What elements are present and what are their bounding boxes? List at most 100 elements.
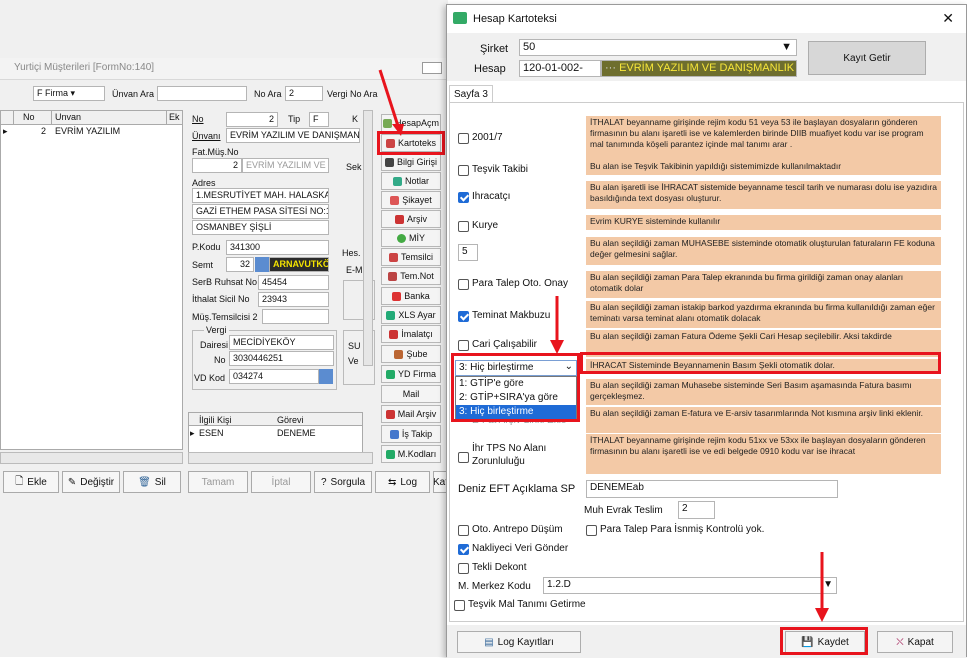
chk-ihr-tps[interactable] — [458, 452, 469, 463]
fatmus-name-input[interactable]: EVRİM YAZILIM VE D — [242, 158, 329, 173]
chk-tesvik-label: Teşvik Takibi — [472, 164, 528, 175]
contacts-header-gorevi: Görevi — [277, 415, 304, 425]
contacts-header-kisi: İlgili Kişi — [199, 415, 232, 425]
vno-input[interactable]: 3030446251 — [229, 351, 334, 366]
kayit-getir-button[interactable]: Kayıt Getir — [808, 41, 926, 75]
deniz-label: Deniz EFT Açıklama SP — [458, 483, 576, 495]
dropdown-highlight — [451, 353, 580, 422]
sirket-select[interactable]: 50 ▼ — [519, 39, 797, 56]
adres2-input[interactable]: GAZİ ETHEM PASA SİTESİ NO:1 — [192, 204, 329, 219]
chk-tesvik[interactable] — [458, 165, 469, 176]
bg-minimize-button[interactable] — [422, 62, 442, 74]
table-row[interactable]: ▸ 2 EVRİM YAZILIM — [1, 126, 182, 139]
chk-tekli-dekont[interactable] — [458, 563, 469, 574]
log-kayitlari-button[interactable]: ▤ Log Kayıtları — [457, 631, 581, 653]
customers-grid[interactable]: No Unvan Ek ▸ 2 EVRİM YAZILIM — [0, 110, 183, 450]
sube-button[interactable]: Şube — [381, 345, 441, 363]
temsilci-button[interactable]: Temsilci — [381, 248, 441, 266]
no-label: No — [192, 114, 204, 124]
pkodu-input[interactable]: 341300 — [226, 240, 329, 255]
unvan-ara-input[interactable] — [157, 86, 247, 101]
chk-teminat-label: Teminat Makbuzu — [472, 310, 551, 321]
ithalat-input[interactable]: 23943 — [258, 292, 329, 307]
kapat-button[interactable]: ⛌ Kapat — [877, 631, 953, 653]
chk-2001-7[interactable] — [458, 133, 469, 144]
hesap-code-input[interactable]: 120-01-002- — [519, 60, 601, 77]
chk-kurye-label: Kurye — [472, 220, 499, 231]
page-icon: 🗋 — [15, 475, 24, 487]
dairesi-input[interactable]: MECİDİYEKÖY — [229, 335, 334, 350]
chk-kurye[interactable] — [458, 221, 469, 232]
contacts-hscrollbar[interactable] — [188, 452, 373, 464]
ekle-button[interactable]: 🗋 Ekle — [3, 471, 59, 493]
no-input[interactable]: 2 — [226, 112, 278, 127]
semt-label: Semt — [192, 260, 214, 270]
muh-input[interactable]: 2 — [678, 501, 715, 519]
mail-button[interactable]: Mail — [381, 385, 441, 403]
hesap-name-input[interactable]: ··· EVRİM YAZILIM VE DANIŞMANLIK — [601, 60, 797, 77]
serb-input[interactable]: 45454 — [258, 275, 329, 290]
sil-button[interactable]: 🗑 Sil — [123, 471, 181, 493]
is-takip-button[interactable]: İş Takip — [381, 425, 441, 443]
tab-sayfa3[interactable]: Sayfa 3 — [449, 85, 493, 103]
arrow-to-dropdown-icon — [550, 296, 564, 354]
dialog-footer: ▤ Log Kayıtları 💾 Kaydet ⛌ Kapat — [447, 625, 966, 658]
adres1-input[interactable]: 1.MESRUTİYET MAH. HALASKA — [192, 188, 329, 203]
chk-teminat[interactable] — [458, 311, 469, 322]
table-row[interactable]: ▸ ESEN DENEME — [189, 428, 362, 441]
grid-header-no: No — [23, 112, 35, 122]
chk-cari-label: Cari Çalışabilir — [472, 339, 538, 350]
unvani-input[interactable]: EVRİM YAZILIM VE DANIŞMANL — [226, 128, 360, 143]
chk-cari[interactable] — [458, 340, 469, 351]
chk-para-talep-isim-label: Para Talep Para İsnmiş Kontrolü yok. — [600, 524, 765, 535]
fatmus-num-input[interactable]: 2 — [192, 158, 242, 173]
chk-para-talep-isim[interactable] — [586, 525, 597, 536]
filter-select[interactable]: F Firma ▾ — [33, 86, 105, 101]
grid-hscrollbar[interactable] — [0, 452, 183, 464]
notlar-button[interactable]: Notlar — [381, 172, 441, 190]
vdkod-input[interactable]: 034274 — [229, 369, 319, 384]
temnot-icon — [388, 271, 398, 281]
degistir-button[interactable]: ✎ Değiştir — [62, 471, 120, 493]
semt-name-input[interactable]: ARNAVUTKÖ — [269, 257, 329, 272]
temnot-button[interactable]: Tem.Not — [381, 267, 441, 285]
semt-num-input[interactable]: 32 — [226, 257, 254, 272]
adres3-input[interactable]: OSMANBEY ŞİŞLİ — [192, 220, 329, 235]
deniz-input[interactable]: DENEMEab — [586, 480, 838, 498]
merkez-select[interactable]: 1.2.D ▼ — [543, 577, 837, 594]
sikayet-button[interactable]: Şikayet — [381, 191, 441, 209]
close-icon[interactable]: ✕ — [942, 10, 954, 27]
number-input[interactable]: 5 — [458, 244, 478, 261]
sikayet-icon — [390, 195, 400, 205]
log-button[interactable]: ⇆ Log — [375, 471, 430, 493]
imalatci-button[interactable]: İmalatçı — [381, 325, 441, 343]
arrow-to-kaydet-icon — [815, 552, 829, 622]
iptal-button[interactable]: İptal — [251, 471, 311, 493]
chk-nakliyeci[interactable] — [458, 544, 469, 555]
chk-oto-antrepo-label: Oto. Antrepo Düşüm — [472, 524, 563, 535]
miy-button[interactable]: MİY — [381, 229, 441, 247]
note-seri-basim: Bu alan seçildiği zaman Muhasebe sistemi… — [586, 379, 941, 405]
chk-oto-antrepo[interactable] — [458, 525, 469, 536]
pkodu-label: P.Kodu — [192, 242, 221, 252]
vdkod-lookup-icon[interactable] — [319, 369, 333, 384]
tamam-button[interactable]: Tamam — [188, 471, 248, 493]
chevron-down-icon: ▼ — [781, 41, 792, 53]
k-label: K — [352, 114, 359, 124]
no-ara-input[interactable]: 2 — [285, 86, 323, 101]
tip-input[interactable]: F — [309, 112, 329, 127]
chk-para-talep[interactable] — [458, 279, 469, 290]
mkodlari-button[interactable]: M.Kodları — [381, 445, 441, 463]
banka-button[interactable]: Banka — [381, 287, 441, 305]
semt-lookup-icon[interactable] — [255, 257, 269, 272]
yd-firma-button[interactable]: YD Firma — [381, 365, 441, 383]
chk-ihracatci[interactable] — [458, 192, 469, 203]
arsiv-button[interactable]: Arşiv — [381, 210, 441, 228]
xls-ayar-button[interactable]: XLS Ayar — [381, 306, 441, 324]
sorgula-button[interactable]: ? Sorgula — [314, 471, 372, 493]
chk-tesvik-mal[interactable] — [454, 600, 465, 611]
mustem-input[interactable] — [262, 309, 329, 324]
bilgi-girisi-button[interactable]: Bilgi Girişi — [381, 153, 441, 171]
form-vscrollbar[interactable] — [363, 110, 373, 366]
mail-arsiv-button[interactable]: Mail Arşiv — [381, 405, 441, 423]
